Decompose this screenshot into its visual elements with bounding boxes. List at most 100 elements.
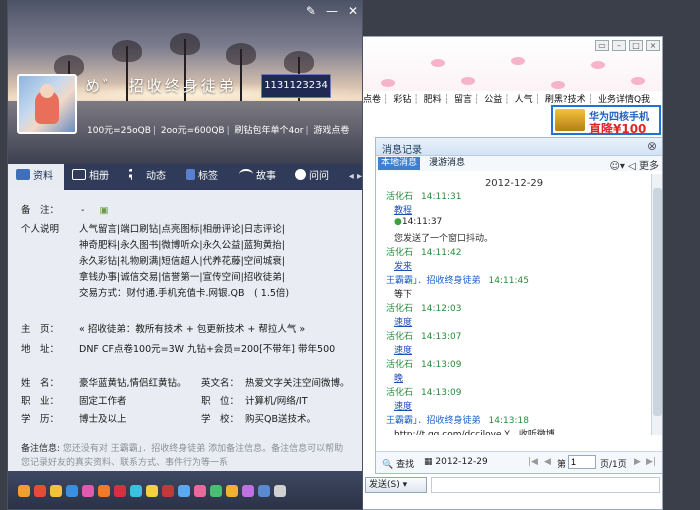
tab-local-messages[interactable]: 本地消息 xyxy=(378,157,421,170)
badge-icon[interactable] xyxy=(34,485,46,497)
badge-icon[interactable] xyxy=(274,485,286,497)
send-label: 发送(S) xyxy=(369,480,400,490)
first-page-icon[interactable]: |◀ xyxy=(528,457,538,467)
heart-decoration xyxy=(591,61,605,69)
badge-icon[interactable] xyxy=(130,485,142,497)
message-sender[interactable]: 王霸霸」．招收终身徒弟 xyxy=(386,276,481,286)
message-sender[interactable]: 活化石 xyxy=(386,248,413,258)
signature-item: 游戏点卷 xyxy=(313,126,350,136)
search-label: 查找 xyxy=(396,460,415,470)
link-item[interactable]: 留言 xyxy=(452,95,474,105)
close-icon[interactable]: × xyxy=(646,40,660,51)
tab-scroll-arrows[interactable]: ◂ ▸ xyxy=(349,164,362,190)
badge-icon[interactable] xyxy=(82,485,94,497)
english-name-label: 英文名： xyxy=(201,378,240,389)
send-row: 发送(S) ▾ xyxy=(361,477,662,493)
badge-icon[interactable] xyxy=(162,485,174,497)
tab-ask[interactable]: 问问 xyxy=(295,164,329,190)
badge-icon[interactable] xyxy=(50,485,62,497)
speaker-icon[interactable]: ◁ xyxy=(628,161,636,172)
search-button[interactable]: 🔍 查找 xyxy=(382,457,414,470)
minimize-icon[interactable]: – xyxy=(612,40,626,51)
emoticon-settings-icon[interactable]: ☺▾ xyxy=(609,161,624,172)
maximize-icon[interactable]: □ xyxy=(629,40,643,51)
scrollbar-thumb[interactable] xyxy=(653,188,662,416)
message-scrollbar[interactable] xyxy=(651,174,662,435)
tab-feed[interactable]: 动态 xyxy=(129,164,166,190)
message-body[interactable]: 晚 xyxy=(376,371,652,385)
close-icon[interactable]: ⊗ xyxy=(647,139,657,153)
close-icon[interactable]: ✕ xyxy=(348,4,358,18)
bio-line: 拿钱办事|诚信交易|信誉第一|宣传空间|招收徒弟| xyxy=(79,272,286,283)
next-page-icon[interactable]: ▶ xyxy=(634,457,641,467)
tab-profile[interactable]: 资料 xyxy=(8,164,64,190)
message-tabs: 本地消息 漫游消息 ☺▾ ◁ 更多 xyxy=(376,156,662,172)
message-sender[interactable]: 活化石 xyxy=(386,192,413,202)
badge-icon[interactable] xyxy=(242,485,254,497)
name-row: 姓 名： 豪华蓝黄钻,情侣红黄钻。 英文名： 热爱文字关注空间微博。 xyxy=(21,375,350,389)
remark-label: 备注信息: xyxy=(21,444,61,454)
tab-label: 问问 xyxy=(309,171,329,182)
link-item[interactable]: 公益 xyxy=(482,95,504,105)
send-button[interactable]: 发送(S) ▾ xyxy=(365,477,427,493)
badge-icon[interactable] xyxy=(114,485,126,497)
avatar[interactable] xyxy=(17,74,77,134)
badge-icon[interactable] xyxy=(178,485,190,497)
bio-label: 个人说明 xyxy=(21,224,60,235)
message-sender[interactable]: 活化石 xyxy=(386,388,413,398)
question-icon xyxy=(295,169,306,180)
last-page-icon[interactable]: ▶| xyxy=(646,457,656,467)
page-prefix: 第 xyxy=(557,460,567,470)
link-item[interactable]: 业务详情Q我 xyxy=(596,95,652,105)
link-item[interactable]: 人气 xyxy=(513,95,535,105)
message-body: 您发送了一个窗口抖动。 xyxy=(394,234,494,244)
phone-image-icon xyxy=(555,109,585,131)
message-sender[interactable]: 活化石 xyxy=(386,332,413,342)
skin-icon[interactable]: ▭ xyxy=(595,40,609,51)
message-time: 14:12:03 xyxy=(421,304,462,314)
minimize-icon[interactable]: — xyxy=(326,4,338,18)
message-time: 14:11:42 xyxy=(421,248,462,258)
message-input[interactable] xyxy=(431,477,660,493)
education-row: 学 历： 博士及以上 学 校： 购买QB送技术。 xyxy=(21,411,316,425)
more-button[interactable]: 更多 xyxy=(639,161,659,172)
shake-icon: ● xyxy=(394,217,402,227)
badge-icon[interactable] xyxy=(146,485,158,497)
profile-card-icon xyxy=(16,169,30,180)
message-header: 王霸霸」．招收终身徒弟 14:13:18 xyxy=(376,413,652,427)
qq-number: 1131123234 xyxy=(261,74,331,98)
link-item[interactable]: 刷黑?技术 xyxy=(543,95,588,105)
badge-icon[interactable] xyxy=(226,485,238,497)
badge-icon[interactable] xyxy=(194,485,206,497)
badge-icon[interactable] xyxy=(18,485,30,497)
message-time: 14:11:45 xyxy=(488,276,529,286)
message-body[interactable]: 教程 xyxy=(376,203,652,217)
badge-icon[interactable] xyxy=(210,485,222,497)
calendar-date[interactable]: ▦ 2012-12-29 xyxy=(424,457,488,467)
message-body[interactable]: 发来 xyxy=(376,259,652,273)
link-item[interactable]: 肥料 xyxy=(422,95,444,105)
page-number-input[interactable] xyxy=(568,455,596,469)
edit-note-icon[interactable]: ▣ xyxy=(99,205,108,216)
phone-ad-banner[interactable]: 华为四核手机 直降¥100 xyxy=(551,105,661,136)
badge-icon[interactable] xyxy=(98,485,110,497)
prev-page-icon[interactable]: ◀ xyxy=(544,457,551,467)
link-item[interactable]: 彩钻 xyxy=(391,95,413,105)
note-label: 备 注： xyxy=(21,205,60,216)
badge-icon[interactable] xyxy=(258,485,270,497)
edit-skin-icon[interactable]: ✎ xyxy=(306,4,316,18)
tab-album[interactable]: 相册 xyxy=(72,164,109,190)
message-header: 活化石 14:11:31 xyxy=(376,189,652,203)
tab-roaming-messages[interactable]: 漫游消息 xyxy=(426,157,468,170)
badge-icon[interactable] xyxy=(66,485,78,497)
message-sender[interactable]: 王霸霸」．招收终身徒弟 xyxy=(386,416,481,426)
message-body[interactable]: 速度 xyxy=(376,343,652,357)
message-sender[interactable]: 活化石 xyxy=(386,360,413,370)
message-body[interactable]: 速度 xyxy=(376,399,652,413)
tab-story[interactable]: 故事 xyxy=(239,164,276,190)
message-body[interactable]: 速度 xyxy=(376,315,652,329)
message-sender[interactable]: 活化石 xyxy=(386,304,413,314)
signature-item: 刷钻包年单个4or xyxy=(234,126,304,136)
tab-tags[interactable]: 标签 xyxy=(186,164,218,190)
link-item[interactable]: 点卷 xyxy=(361,95,383,105)
